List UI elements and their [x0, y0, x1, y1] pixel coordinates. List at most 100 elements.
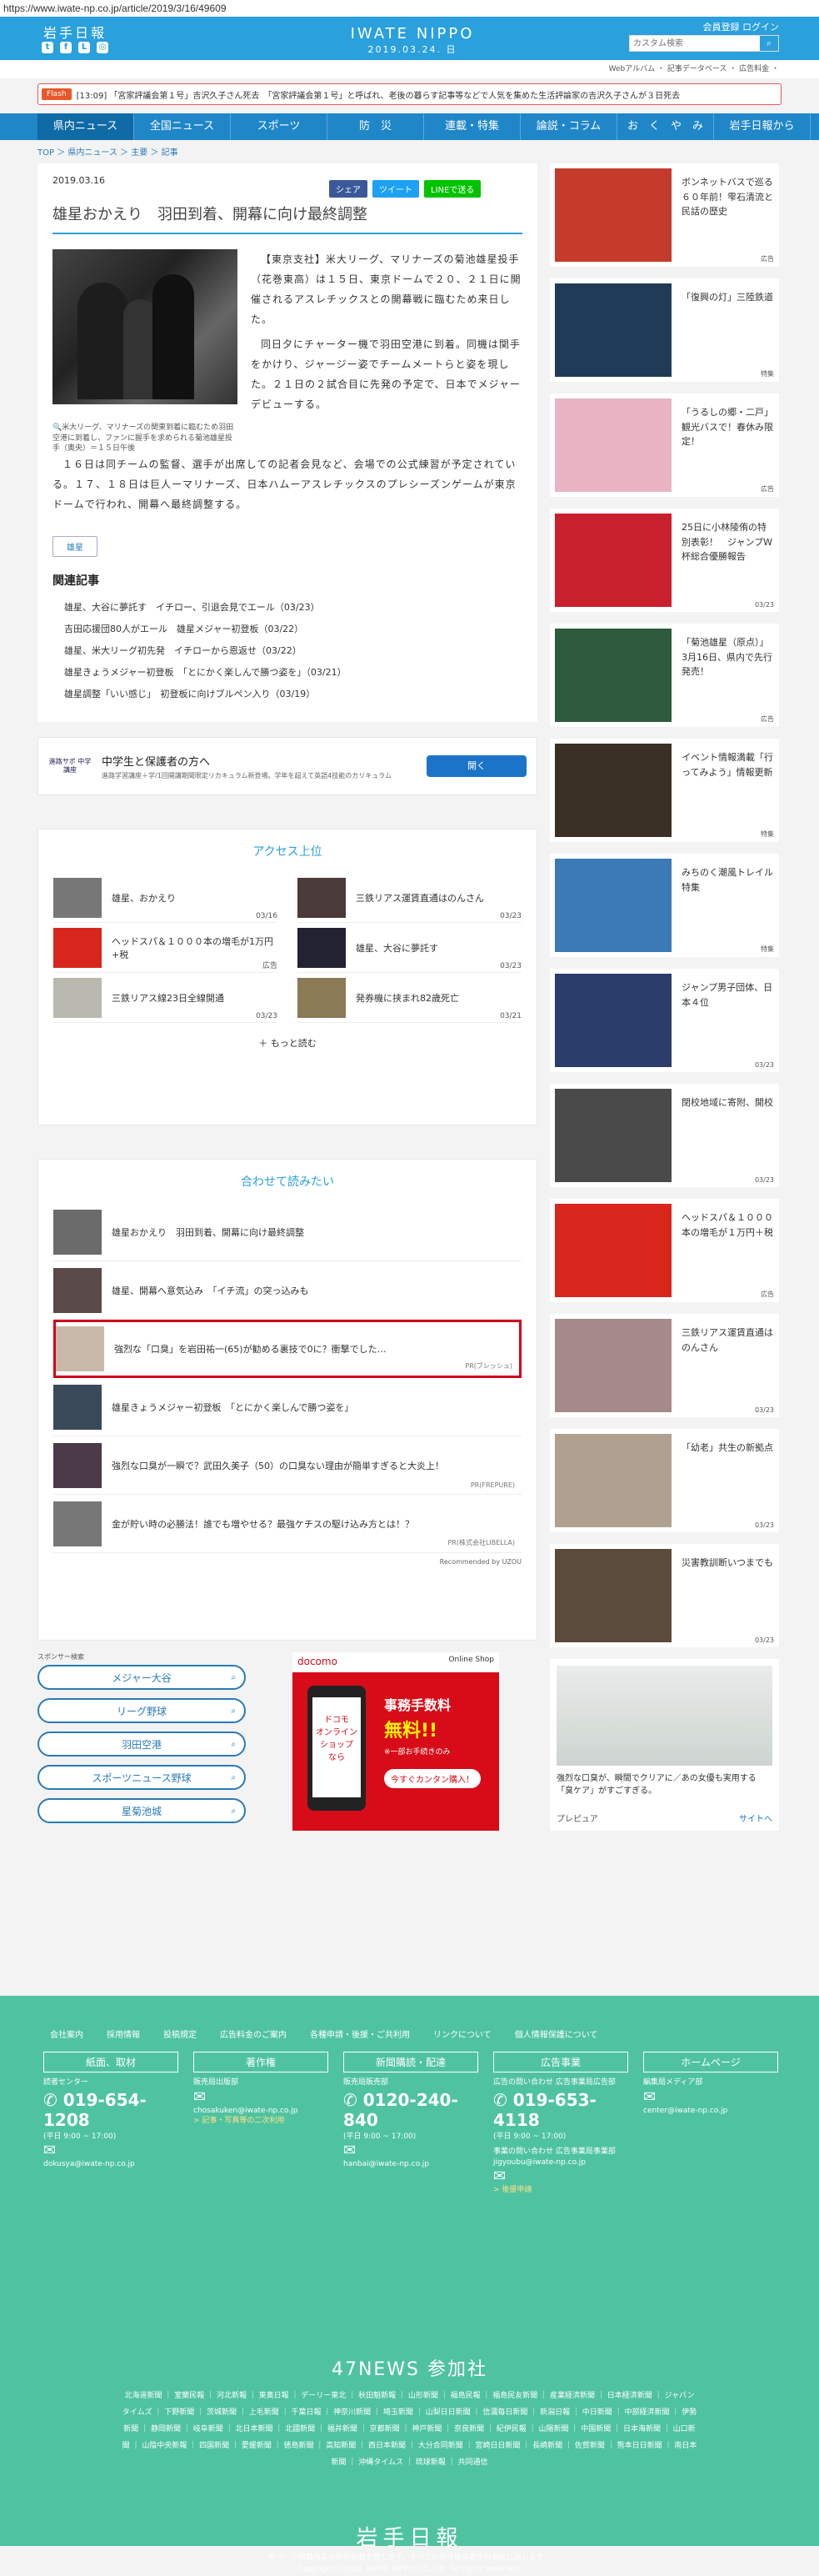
side-card[interactable]: 「復興の灯」三陸鉄道 特集 — [550, 278, 779, 382]
ranking-item[interactable]: 発券機に挟まれ82歳死亡 03/21 — [297, 973, 522, 1023]
article-photo[interactable] — [52, 249, 237, 404]
tweet-button[interactable]: ツイート — [372, 180, 419, 198]
sponsor-link[interactable]: 星菊池城 ⌕ — [37, 1798, 246, 1823]
read-more-button[interactable]: ＋ もっと読む — [53, 1023, 522, 1055]
nav-from-nippo[interactable]: 岩手日報から — [714, 113, 811, 140]
ranking-item[interactable]: 雄星、おかえり 03/16 — [53, 873, 277, 923]
recommend-item[interactable]: 雄星、開幕へ意気込み 「イチ流」の突っ込みも — [53, 1261, 522, 1320]
recommend-item-highlighted[interactable]: 強烈な「口臭」を岩田祐一(65)が勧める裏技で0に？衝撃でした… PR(ブレッシュ… — [53, 1320, 522, 1378]
phone-number[interactable]: ✆ 019-654-1208 — [43, 2090, 178, 2130]
related-link[interactable]: 雄星調整「いい感じ」 初登板に向けブルペン入り（03/19） — [52, 684, 522, 705]
ranking-item[interactable]: 三鉄リアス線23日全線開通 03/23 — [53, 973, 277, 1023]
ranking-item[interactable]: ヘッドスパ＆１０００本の増毛が1万円+税 広告 — [53, 923, 277, 973]
side-card[interactable]: ボンネットバスで巡る６０年前！雫石清流と民話の歴史 広告 — [550, 163, 779, 267]
side-card[interactable]: 「うるしの郷・二戸」観光バスで！春休み限定！ 広告 — [550, 393, 779, 497]
support-link[interactable]: > 後援申請 — [493, 2185, 628, 2196]
email-link[interactable]: chosakuken@iwate-np.co.jp — [193, 2106, 328, 2117]
email-link[interactable]: dokusya@iwate-np.co.jp — [43, 2159, 178, 2170]
nav-series[interactable]: 連載・特集 — [424, 113, 521, 140]
side-card[interactable]: 三鉄リアス運賃直通はのんさん 03/23 — [550, 1314, 779, 1417]
ad-banner[interactable]: 進路サポ 中学講座 中学生と保護者の方へ 進路学習講座＋学/1回開講期間限定リカキ… — [37, 737, 537, 795]
recommend-item[interactable]: 金が貯い時の必勝法！誰でも増やせる？最強ケチスの駆け込み方とは！？ PR(株式会社… — [53, 1495, 522, 1553]
footer-link[interactable]: 個人情報保護について — [515, 2027, 598, 2040]
facebook-icon[interactable]: f — [60, 42, 72, 53]
secondary-use-link[interactable]: > 記事・写真等の二次利用 — [193, 2116, 328, 2127]
tag-button[interactable]: 雄星 — [52, 535, 97, 557]
footer-link[interactable]: 広告料金のご案内 — [220, 2027, 287, 2040]
footer-link[interactable]: 採用情報 — [107, 2027, 140, 2040]
member-links[interactable]: 会員登録 ログイン — [703, 20, 780, 33]
mail-icon[interactable]: ✉ — [193, 2088, 328, 2106]
mail-icon[interactable]: ✉ — [493, 2168, 628, 2185]
nav-national-news[interactable]: 全国ニュース — [134, 113, 231, 140]
side-card[interactable]: 25日に小林陵侑の特別表彰！ ジャンプW杯総合優勝報告 03/23 — [550, 509, 779, 612]
site-logo[interactable]: 岩手日報 — [43, 22, 107, 42]
side-card[interactable]: 「菊池雄星（原点）」3月16日、県内で先行発売！ 広告 — [550, 624, 779, 727]
side-card[interactable]: みちのく潮風トレイル特集 特集 — [550, 854, 779, 957]
line-share-button[interactable]: LINEで送る — [424, 180, 482, 198]
sponsor-link[interactable]: スポーツニュース野球 ⌕ — [37, 1765, 246, 1790]
uzou-credit[interactable]: Recommended by UZOU — [53, 1553, 522, 1571]
related-link[interactable]: 雄星きょうメジャー初登板 「とにかく楽しんで勝つ姿を」（03/21） — [52, 662, 522, 684]
line-icon[interactable]: L — [78, 42, 90, 53]
footer-link[interactable]: 各種申請・後援・ご共利用 — [310, 2027, 410, 2040]
mail-icon[interactable]: ✉ — [43, 2142, 178, 2159]
related-link[interactable]: 雄星、米大リーグ初先発 イチローから恩返せ（03/22） — [52, 640, 522, 662]
sponsor-link[interactable]: リーグ野球 ⌕ — [37, 1698, 246, 1723]
side-card[interactable]: ヘッドスパ＆１０００本の増毛が１万円＋税 広告 — [550, 1199, 779, 1302]
side-card[interactable]: 「幼老」共生の新拠点 03/23 — [550, 1429, 779, 1532]
recommend-item[interactable]: 雄星きょうメジャー初登板 「とにかく楽しんで勝つ姿を」 — [53, 1378, 522, 1436]
email-link[interactable]: 事業の問い合わせ 広告事業局事業部 jigyoubu@iwate-np.co.j… — [493, 2147, 628, 2168]
side-card[interactable]: 閉校地域に寄附、開校 03/23 — [550, 1084, 779, 1187]
side-ad[interactable]: 強烈な口臭が、瞬間でクリアに／あの女優も実用する「臭ケア」がすごすぎる。 プレピ… — [550, 1659, 779, 1831]
search-icon: ⌕ — [231, 1706, 236, 1716]
flash-ticker[interactable]: Flash [13:09] 「宮家評議会第１号」吉沢久子さん死去 「宮家評議会第… — [37, 83, 782, 105]
sub-links[interactable]: Webアルバム ・ 記事データベース ・ 広告料金 ・ — [0, 60, 819, 78]
sponsor-link[interactable]: 羽田空港 ⌕ — [37, 1732, 246, 1757]
search-icon[interactable]: ⌕ — [760, 36, 778, 51]
47news-papers[interactable]: 北海道新聞 ｜ 室蘭民報 ｜ 河北新報 ｜ 東奥日報 ｜ デーリー東北 ｜ 秋田… — [122, 2388, 697, 2471]
nav-local-news[interactable]: 県内ニュース — [37, 113, 134, 140]
footer-logo[interactable]: 岩手日報 — [0, 2521, 819, 2552]
footer-link[interactable]: リンクについて — [433, 2027, 492, 2040]
docomo-buy-button[interactable]: 今すぐカンタン購入！ — [384, 1769, 481, 1788]
recommend-item[interactable]: 雄星おかえり 羽田到着、開幕に向け最終調整 — [53, 1203, 522, 1261]
nav-obituary[interactable]: お く や み — [617, 113, 714, 140]
phone-number[interactable]: ✆ 019-653-4118 — [493, 2090, 628, 2130]
side-card[interactable]: 災害教訓断いつまでも 03/23 — [550, 1544, 779, 1647]
related-link[interactable]: 雄星、大谷に夢託す イチロー、引退会見でエール（03/23） — [52, 597, 522, 619]
social-icons: t f L ◎ — [42, 42, 108, 53]
email-link[interactable]: center@iwate-np.co.jp — [643, 2106, 778, 2117]
related-link[interactable]: 吉田応援団80人がエール 雄星メジャー初登板（03/22） — [52, 619, 522, 640]
ad-brand: プレピュア — [557, 1815, 598, 1824]
nav-sports[interactable]: スポーツ — [231, 113, 327, 140]
search-input[interactable] — [630, 36, 760, 51]
contact-col: 著作権 販売局出版部 ✉ chosakuken@iwate-np.co.jp >… — [193, 2052, 328, 2196]
flash-text[interactable]: [13:09] 「宮家評議会第１号」吉沢久子さん死去 「宮家評議会第１号」と呼ば… — [77, 88, 681, 101]
related-articles: 関連記事 雄星、大谷に夢託す イチロー、引退会見でエール（03/23） 吉田応援… — [52, 572, 522, 705]
recommend-item[interactable]: 強烈な口臭が一瞬で？武田久美子（50）の口臭ない理由が簡単すぎると大炎上！ PR(… — [53, 1436, 522, 1495]
url-bar[interactable]: https://www.iwate-np.co.jp/article/2019/… — [0, 0, 819, 17]
breadcrumb[interactable]: TOP ＞ 県内ニュース ＞ 主要 ＞ 記事 — [0, 140, 819, 163]
side-card[interactable]: イベント情報満載「行ってみよう」情報更新 特集 — [550, 739, 779, 842]
ad-open-button[interactable]: 開く — [427, 755, 527, 777]
nav-column[interactable]: 論説・コラム — [521, 113, 617, 140]
instagram-icon[interactable]: ◎ — [97, 42, 108, 53]
online-shop-label: Online Shop — [448, 1656, 494, 1664]
ad-cta[interactable]: サイトへ — [739, 1812, 772, 1824]
side-card[interactable]: ジャンプ男子団体、日本４位 03/23 — [550, 969, 779, 1072]
mail-icon[interactable]: ✉ — [643, 2088, 778, 2106]
footer-link[interactable]: 会社案内 — [50, 2027, 83, 2040]
nav-disaster[interactable]: 防 災 — [327, 113, 424, 140]
ranking-item[interactable]: 三鉄リアス運賃直通はのんさん 03/23 — [297, 873, 522, 923]
phone-number[interactable]: ✆ 0120-240-840 — [343, 2090, 478, 2130]
docomo-ad[interactable]: docomo Online Shop ドコモ オンライン ショップ なら 事務手数… — [292, 1652, 499, 1831]
brand[interactable]: IWATE NIPPO 2019.03.24. 日 — [325, 25, 500, 56]
sponsor-link[interactable]: メジャー大谷 ⌕ — [37, 1665, 246, 1690]
mail-icon[interactable]: ✉ — [343, 2142, 478, 2159]
ranking-item[interactable]: 雄星、大谷に夢託す 03/23 — [297, 923, 522, 973]
footer-link[interactable]: 投稿規定 — [163, 2027, 197, 2040]
facebook-share-button[interactable]: シェア — [329, 180, 367, 198]
email-link[interactable]: hanbai@iwate-np.co.jp — [343, 2159, 478, 2170]
twitter-icon[interactable]: t — [42, 42, 53, 53]
